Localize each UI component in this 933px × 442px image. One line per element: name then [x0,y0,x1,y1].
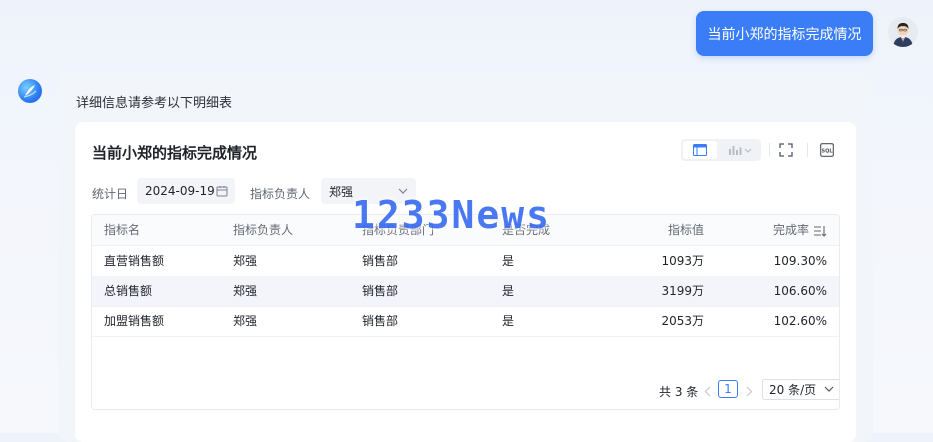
sql-button[interactable]: SQL [818,141,836,159]
owner-filter-label: 指标负责人 [250,187,311,201]
metrics-table: 指标名 指标负责人 指标负责部门 是否完成 指标值 完成率 直营销售额 郑强 销… [91,214,840,410]
table-row[interactable]: 直营销售额 郑强 销售部 是 1093万 109.30% [92,246,839,277]
watermark: 1233News [352,193,552,237]
pagination-total: 共 3 条 [659,385,699,399]
user-message-text: 当前小郑的指标完成情况 [707,26,862,43]
current-page-button[interactable]: 1 [718,380,738,398]
metric-completion-rate: 106.60% [773,284,827,298]
metric-owner: 郑强 [233,314,258,328]
sort-icon[interactable] [813,225,827,237]
user-message-bubble: 当前小郑的指标完成情况 [696,11,873,56]
chart-view-button[interactable] [721,141,759,159]
metric-name: 加盟销售额 [104,314,165,328]
bar-chart-icon [729,146,752,155]
svg-text:SQL: SQL [821,148,833,154]
fullscreen-icon [779,143,793,157]
assistant-logo-icon [23,85,37,98]
date-picker[interactable]: 2024-09-19 [137,178,235,204]
metric-owner: 郑强 [233,254,258,268]
column-header: 指标值 [667,223,704,237]
metric-completed: 是 [502,254,515,268]
chevron-left-icon [704,386,710,396]
card-title: 当前小郑的指标完成情况 [92,144,258,162]
table-row[interactable]: 总销售额 郑强 销售部 是 3199万 106.60% [92,276,839,307]
table-row[interactable]: 加盟销售额 郑强 销售部 是 2053万 102.60% [92,306,839,337]
toolbar-divider [807,143,808,157]
metric-department: 销售部 [362,314,399,328]
metric-name: 直营销售额 [104,254,165,268]
metric-completed: 是 [502,284,515,298]
sql-icon: SQL [820,143,834,157]
chevron-down-icon [824,386,834,392]
page-size-select[interactable]: 20 条/页 [762,379,839,400]
metric-value: 1093万 [661,254,704,268]
prev-page-button[interactable] [702,385,712,397]
user-avatar-icon [888,17,918,47]
assistant-answer: 详细信息请参考以下明细表 当前小郑的指标完成情况 SQL 统计日 2024-09… [58,72,873,442]
table-icon [693,144,707,156]
chevron-right-icon [746,386,752,396]
calendar-icon [216,186,228,197]
view-switch [681,139,761,161]
user-avatar [888,17,918,47]
metric-completion-rate: 109.30% [773,254,827,268]
metric-completed: 是 [502,314,515,328]
toolbar-divider [769,143,770,157]
table-view-button[interactable] [683,141,717,159]
metric-completion-rate: 102.60% [773,314,827,328]
assistant-intro-text: 详细信息请参考以下明细表 [76,96,233,111]
metric-value: 2053万 [661,314,704,328]
metric-name: 总销售额 [104,284,153,298]
fullscreen-button[interactable] [777,141,795,159]
column-header: 指标名 [104,223,141,237]
completion-rate-header[interactable]: 完成率 [773,215,827,245]
column-header: 完成率 [772,223,809,237]
metric-department: 销售部 [362,254,399,268]
metrics-card: 当前小郑的指标完成情况 SQL 统计日 2024-09-19 指标负责人 郑强 … [75,122,856,442]
next-page-button[interactable] [744,385,754,397]
page-size-value: 20 条/页 [769,383,817,397]
owner-value: 郑强 [329,184,354,199]
metric-department: 销售部 [362,284,399,298]
metric-owner: 郑强 [233,284,258,298]
date-value: 2024-09-19 [145,184,215,198]
date-filter-label: 统计日 [92,187,129,201]
metric-value: 3199万 [661,284,704,298]
assistant-logo [18,79,42,103]
column-header: 指标负责人 [233,223,294,237]
